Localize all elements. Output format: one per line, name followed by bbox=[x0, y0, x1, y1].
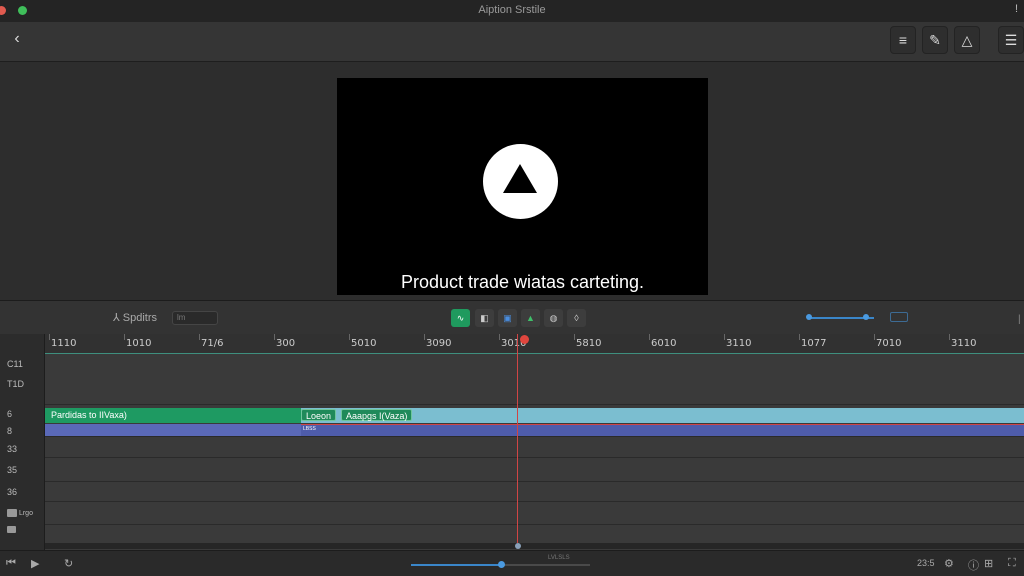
tool-button-wave[interactable]: ∿ bbox=[451, 309, 470, 327]
ruler-tick-label: 3110 bbox=[951, 338, 977, 349]
track-header-6[interactable]: 35 bbox=[7, 465, 17, 475]
warning-icon: △ bbox=[961, 32, 973, 48]
playhead-foot[interactable] bbox=[515, 543, 521, 549]
ruler-tick bbox=[649, 334, 650, 340]
ruler-tick bbox=[274, 334, 275, 340]
track-divider bbox=[45, 436, 1024, 437]
split-icon: ⅄ bbox=[113, 312, 123, 324]
playhead-handle[interactable] bbox=[520, 335, 529, 344]
tool-button-effect[interactable]: ◊ bbox=[567, 309, 586, 327]
sub-clip-2[interactable]: Aaapgs I(Vaza) bbox=[341, 409, 413, 421]
ruler-tick bbox=[499, 334, 500, 340]
play-triangle-icon bbox=[503, 164, 537, 193]
scrubber-handle[interactable] bbox=[497, 561, 505, 568]
track-divider bbox=[45, 404, 1024, 405]
timeline-scrollbar[interactable] bbox=[45, 543, 1024, 549]
ruler-tick-label: 71/6 bbox=[201, 338, 224, 349]
audio-clip-1[interactable] bbox=[45, 424, 301, 436]
ruler-tick-label: 7010 bbox=[876, 338, 902, 349]
video-clip-main[interactable]: Pardidas to IIVaxa) bbox=[45, 408, 301, 423]
ruler-tick-label: 5810 bbox=[576, 338, 602, 349]
list-button[interactable]: ≡ bbox=[890, 26, 916, 54]
warning-button[interactable]: △ bbox=[954, 26, 980, 54]
zoom-fit-button[interactable] bbox=[890, 312, 908, 322]
ruler-tick-label: 5010 bbox=[351, 338, 377, 349]
timeline-ruler[interactable]: 1110 1010 71/6 300 5010 3090 3010 5810 6010 3110 1… bbox=[45, 334, 1024, 354]
split-label: ⅄ Spditrs bbox=[113, 312, 158, 324]
title-bar: Aiption Srstile ! bbox=[0, 0, 1024, 22]
track-header-5[interactable]: 33 bbox=[7, 444, 17, 454]
ruler-tick bbox=[574, 334, 575, 340]
playhead-line[interactable] bbox=[517, 334, 518, 546]
ruler-tick bbox=[199, 334, 200, 340]
ruler-tick-label: 6010 bbox=[651, 338, 677, 349]
track-divider bbox=[45, 501, 1024, 502]
lock-icon bbox=[7, 526, 16, 533]
zoom-slider-start[interactable] bbox=[806, 314, 812, 320]
loop-icon[interactable]: ↻ bbox=[64, 557, 73, 570]
window-title: Aiption Srstile bbox=[478, 4, 546, 16]
track-header-7[interactable]: 36 bbox=[7, 487, 17, 497]
tool-button-marker[interactable]: ▲ bbox=[521, 309, 540, 327]
ruler-tick-label: 3110 bbox=[726, 338, 752, 349]
track-header-1[interactable]: C11 bbox=[7, 359, 23, 369]
timecode: 23:5 bbox=[917, 558, 935, 568]
tool-button-save[interactable]: ▣ bbox=[498, 309, 517, 327]
track-header-3[interactable]: 6 bbox=[7, 409, 12, 419]
ruler-tick bbox=[724, 334, 725, 340]
tool-button-trim[interactable]: ◧ bbox=[475, 309, 494, 327]
info-icon[interactable]: ⓘ bbox=[968, 557, 979, 573]
export-icon[interactable]: ⊞ bbox=[984, 557, 993, 570]
video-preview[interactable]: Product trade wiatas carteting. bbox=[337, 78, 708, 295]
track-header-2[interactable]: T1D bbox=[7, 379, 24, 389]
track-header-4[interactable]: 8 bbox=[7, 426, 12, 436]
ruler-tick bbox=[874, 334, 875, 340]
chevron-left-icon: ‹ bbox=[14, 30, 20, 47]
folder-icon bbox=[7, 509, 17, 517]
list-icon: ≡ bbox=[898, 32, 908, 48]
menu-button[interactable]: ☰ bbox=[998, 26, 1024, 54]
tool-button-color[interactable]: ◍ bbox=[544, 309, 563, 327]
toolbar: ‹ ≡ ✎ △ ☰ bbox=[0, 22, 1024, 62]
split-input[interactable]: lm bbox=[172, 311, 218, 325]
pen-button[interactable]: ✎ bbox=[922, 26, 948, 54]
ruler-tick-label: 1010 bbox=[126, 338, 152, 349]
timeline-tracks: Pardidas to IIVaxa) Loeon Aaapgs I(Vaza)… bbox=[45, 354, 1024, 550]
track-headers: C11 T1D 6 8 33 35 36 Lrgo bbox=[0, 334, 45, 550]
ruler-tick-label: 1077 bbox=[801, 338, 827, 349]
ruler-tick bbox=[49, 334, 50, 340]
track-divider bbox=[45, 524, 1024, 525]
sub-clip-1[interactable]: Loeon bbox=[301, 409, 337, 421]
editor-window: Aiption Srstile ! ‹ ≡ ✎ △ ☰ Product trad… bbox=[0, 0, 1024, 576]
ruler-tick-label: 300 bbox=[276, 338, 296, 349]
audio-clip-2[interactable]: LBSS bbox=[301, 424, 1024, 436]
ruler-tick bbox=[349, 334, 350, 340]
scrubber-fill bbox=[411, 564, 501, 566]
panel-handle-icon[interactable]: | bbox=[1018, 314, 1021, 325]
track-divider bbox=[45, 481, 1024, 482]
ruler-tick bbox=[799, 334, 800, 340]
track-header-9[interactable] bbox=[7, 525, 16, 535]
preview-viewer: Product trade wiatas carteting. bbox=[0, 62, 1024, 300]
fullscreen-icon[interactable]: ⛶ bbox=[1008, 557, 1016, 570]
ruler-tick bbox=[424, 334, 425, 340]
menu-icon: ☰ bbox=[1004, 32, 1018, 48]
track-divider bbox=[45, 457, 1024, 458]
ruler-tick-label: 1110 bbox=[51, 338, 77, 349]
alert-icon[interactable]: ! bbox=[1015, 3, 1018, 15]
play-icon[interactable]: ▶ bbox=[31, 557, 39, 570]
track-header-8[interactable]: Lrgo bbox=[7, 509, 33, 517]
back-button[interactable]: ‹ bbox=[4, 26, 30, 54]
bottom-bar: ⏮ ▶ ↻ ⚙ ⓘ ⊞ ⛶ bbox=[0, 550, 1024, 576]
ruler-tick bbox=[949, 334, 950, 340]
ruler-tick-label: 3090 bbox=[426, 338, 452, 349]
pen-icon: ✎ bbox=[929, 32, 941, 48]
play-button[interactable] bbox=[483, 144, 558, 219]
skip-back-icon[interactable]: ⏮ bbox=[6, 557, 16, 570]
ruler-tick bbox=[124, 334, 125, 340]
settings-icon[interactable]: ⚙ bbox=[944, 557, 954, 570]
video-caption: Product trade wiatas carteting. bbox=[400, 272, 645, 292]
scrubber-label: LVLSLS bbox=[548, 555, 570, 561]
